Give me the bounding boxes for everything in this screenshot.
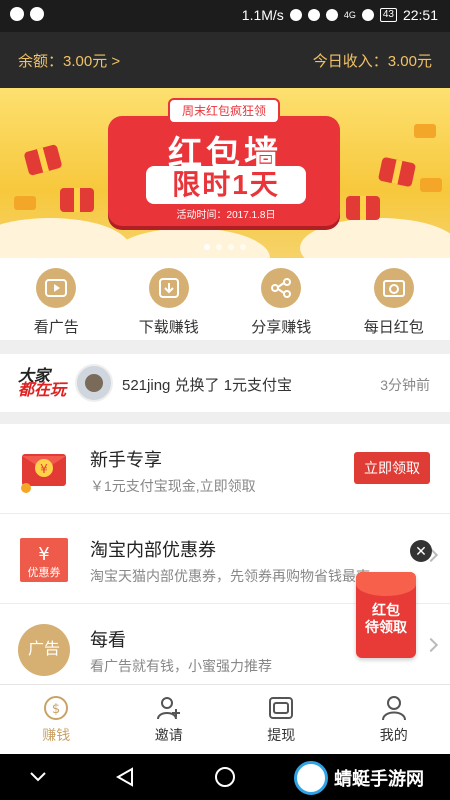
account-summary-bar: 余额：3.00元 > 今日收入：3.00元: [0, 32, 450, 88]
bottom-tab-bar: $ 赚钱 邀请 提现 我的: [0, 684, 450, 754]
quick-nav-watch-ads[interactable]: 看广告: [0, 258, 113, 340]
quick-nav-label: 看广告: [33, 319, 79, 336]
quick-nav-share[interactable]: 分享赚钱: [225, 258, 338, 340]
tab-profile[interactable]: 我的: [338, 685, 450, 754]
claim-now-button[interactable]: 立即领取: [354, 452, 430, 484]
promo-banner[interactable]: 周末红包疯狂领 红包墙 限时1天 活动时间：2017.1.8日: [0, 88, 450, 258]
gift-box-icon: [60, 188, 94, 212]
pager-dot[interactable]: [216, 244, 222, 250]
coin-icon: [414, 124, 436, 138]
wifi-icon: [325, 9, 338, 21]
pager-dot[interactable]: [204, 244, 210, 250]
task-title: 新手专享: [90, 450, 162, 470]
svg-text:¥: ¥: [38, 544, 49, 565]
app-notification-icon: [10, 7, 24, 21]
site-watermark: 蜻蜓手游网: [294, 758, 444, 798]
svg-text:$: $: [52, 702, 60, 717]
balance-link[interactable]: 余额：3.00元 >: [18, 50, 120, 71]
quick-nav-download[interactable]: 下载赚钱: [113, 258, 226, 340]
back-icon[interactable]: [114, 766, 136, 788]
tab-label: 提现: [267, 727, 296, 743]
close-icon[interactable]: ✕: [410, 540, 432, 562]
play-icon: [36, 268, 77, 308]
task-title: 每看: [90, 630, 126, 650]
eye-icon: [307, 9, 320, 21]
floating-red-packet[interactable]: 红包 待领取: [356, 572, 416, 658]
red-packet-icon: [373, 268, 414, 308]
tab-label: 赚钱: [42, 727, 71, 743]
banner-date: 活动时间：2017.1.8日: [176, 210, 276, 221]
wallet-icon: [269, 697, 294, 719]
pager-dot[interactable]: [240, 244, 246, 250]
tab-withdraw[interactable]: 提现: [225, 685, 338, 754]
task-newbie[interactable]: ¥ 新手专享 ￥1元支付宝现金,立即领取 立即领取: [0, 424, 450, 514]
everyone-playing-logo: 大家 都在玩: [18, 368, 67, 399]
net-speed: 1.1M/s: [241, 7, 284, 23]
coin-icon: [14, 196, 36, 210]
tab-label: 邀请: [154, 727, 183, 743]
tab-label: 我的: [379, 727, 408, 743]
dragonfly-logo-icon: [294, 761, 328, 795]
money-icon: $: [44, 696, 69, 720]
banner-ribbon: 周末红包疯狂领: [168, 98, 280, 124]
quick-nav: 看广告 下载赚钱 分享赚钱 每日红包: [0, 258, 450, 340]
clock: 22:51: [402, 7, 438, 23]
coupon-icon: ¥ 优惠券: [18, 534, 70, 586]
status-bar: 1.1M/s 4G 43 22:51: [0, 0, 450, 32]
coin-icon: [420, 178, 442, 192]
cloud-decoration: [110, 228, 270, 258]
message-icon: [30, 7, 44, 21]
alarm-icon: [289, 9, 302, 21]
ticker-text: 521jing 兑换了 1元支付宝: [122, 377, 293, 394]
tab-earn[interactable]: $ 赚钱: [0, 685, 113, 754]
quick-nav-label: 每日红包: [363, 319, 424, 336]
profile-icon: [381, 696, 406, 721]
task-desc: 看广告就有钱，小蜜强力推荐: [90, 658, 272, 674]
share-icon: [261, 268, 302, 308]
chevron-down-icon[interactable]: [28, 766, 48, 786]
add-user-icon: [156, 697, 180, 720]
ticker-time: 3分钟前: [380, 377, 430, 393]
quick-nav-label: 分享赚钱: [251, 319, 312, 336]
gift-box-icon: [346, 196, 380, 220]
ad-icon: 广告: [18, 624, 70, 676]
banner-subtitle: 限时1天: [146, 166, 306, 204]
today-income: 今日收入：3.00元: [312, 53, 432, 70]
signal-type: 4G: [343, 10, 356, 20]
signal-icon: [361, 9, 374, 21]
banner-pager[interactable]: [0, 244, 450, 250]
quick-nav-daily-packet[interactable]: 每日红包: [338, 258, 450, 340]
quick-nav-label: 下载赚钱: [138, 319, 199, 336]
chevron-right-icon: [423, 637, 439, 653]
red-envelope-icon: ¥: [18, 444, 70, 496]
pager-dot[interactable]: [228, 244, 234, 250]
activity-ticker: 大家 都在玩 521jing 兑换了 1元支付宝 3分钟前: [0, 354, 450, 412]
task-title: 淘宝内部优惠券: [90, 540, 216, 560]
gift-box-icon: [23, 144, 63, 176]
tab-invite[interactable]: 邀请: [113, 685, 226, 754]
gift-box-icon: [377, 156, 417, 188]
avatar: [75, 364, 113, 402]
battery-icon: 43: [379, 8, 397, 22]
home-icon[interactable]: [214, 766, 236, 788]
download-icon: [148, 268, 189, 308]
svg-text:¥: ¥: [40, 462, 48, 476]
